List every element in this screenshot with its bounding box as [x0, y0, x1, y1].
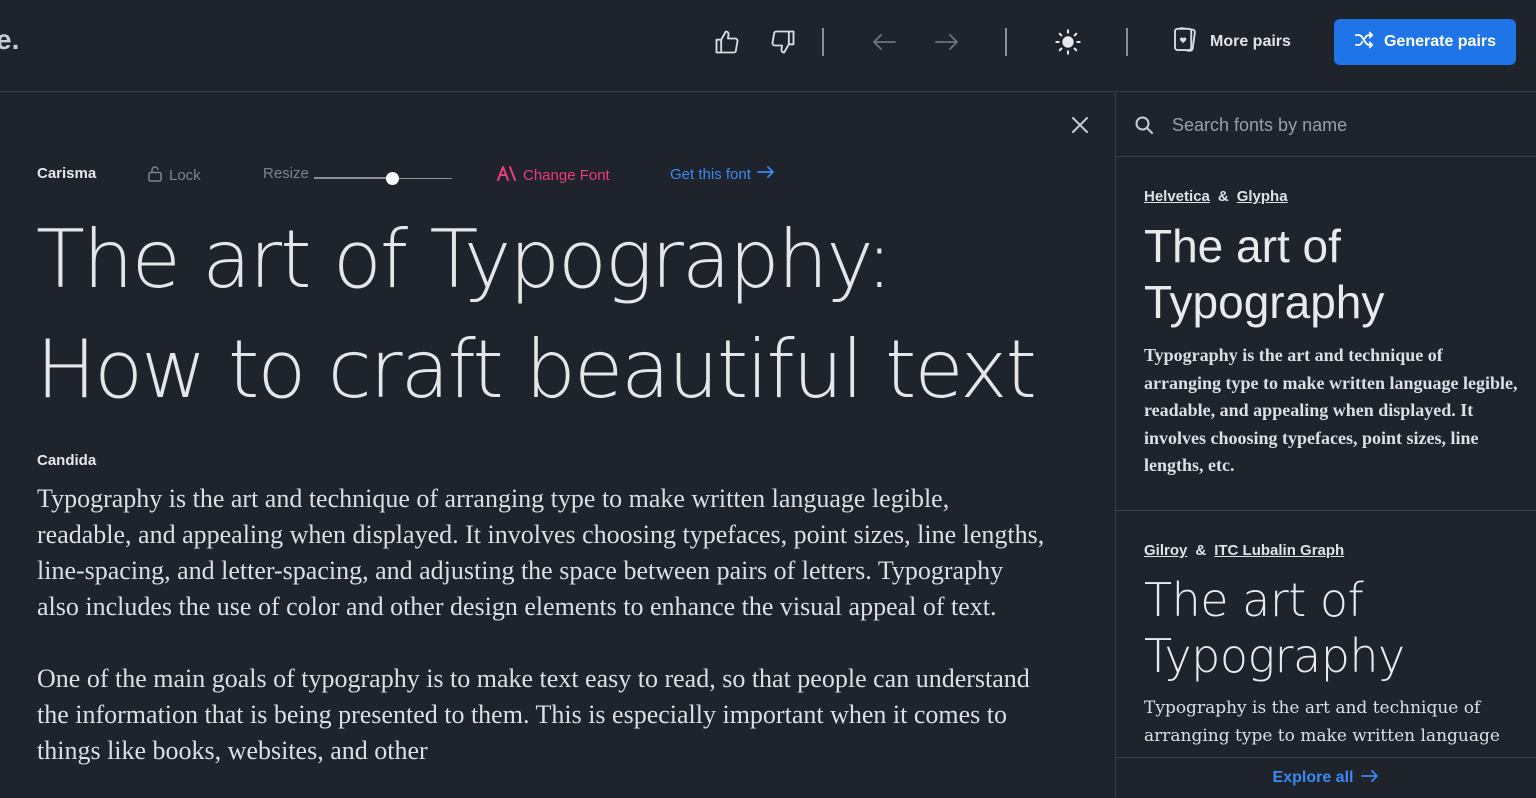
pair-body: Typography is the art and technique of a…: [1144, 698, 1500, 746]
get-this-font-link[interactable]: Get this font: [670, 165, 775, 183]
lock-label: Lock: [169, 167, 201, 184]
resize-slider[interactable]: [314, 172, 452, 186]
lock-button[interactable]: Lock: [147, 165, 201, 186]
change-font-label: Change Font: [523, 166, 610, 184]
arrow-right-icon: [756, 165, 775, 183]
font-pair-card[interactable]: Helvetica & Glypha The art of Typography T…: [1116, 158, 1536, 511]
pair-body-font-link[interactable]: ITC Lubalin Graph: [1214, 542, 1344, 559]
pair-separator: &: [1217, 188, 1229, 205]
body-text[interactable]: Typography is the art and technique of a…: [37, 481, 1047, 798]
logo[interactable]: e.: [0, 24, 19, 56]
explore-all-label: Explore all: [1272, 769, 1354, 786]
generate-pairs-label: Generate pairs: [1383, 33, 1497, 50]
pair-separator: &: [1195, 542, 1207, 559]
search-icon: [1134, 115, 1154, 140]
shuffle-icon: [1354, 31, 1374, 54]
pair-body: Typography is the art and technique of a…: [1144, 345, 1518, 475]
sun-icon[interactable]: [1052, 26, 1084, 58]
pair-names: Helvetica & Glypha: [1144, 188, 1288, 205]
change-font-button[interactable]: Change Font: [497, 165, 610, 185]
toolbar-divider: [1126, 28, 1128, 56]
generate-pairs-button[interactable]: Generate pairs: [1334, 19, 1516, 65]
search-bar: [1116, 93, 1536, 157]
search-input[interactable]: [1172, 107, 1512, 143]
resize-label: Resize: [263, 165, 309, 182]
pair-heading-font-link[interactable]: Gilroy: [1144, 542, 1187, 559]
arrow-right-icon[interactable]: [931, 26, 963, 58]
close-icon[interactable]: [1066, 111, 1094, 139]
heading-font-name: Carisma: [37, 165, 97, 182]
unlock-icon: [147, 165, 163, 186]
pair-body-font-link[interactable]: Glypha: [1237, 188, 1288, 205]
pair-names: Gilroy & ITC Lubalin Graph: [1144, 542, 1344, 559]
font-icon: [497, 165, 517, 185]
headline[interactable]: The art of Typography: How to craft beau…: [36, 205, 1096, 425]
thumbs-up-icon[interactable]: [711, 26, 743, 58]
more-pairs-button[interactable]: More pairs: [1170, 24, 1291, 60]
toolbar-divider: [1005, 28, 1007, 56]
font-pair-card[interactable]: Gilroy & ITC Lubalin Graph The art of Typo…: [1116, 512, 1536, 798]
resize-slider-thumb[interactable]: [386, 172, 399, 185]
body-font-name: Candida: [37, 452, 97, 469]
more-pairs-label: More pairs: [1210, 33, 1291, 50]
pair-title: The art of Typography: [1144, 220, 1385, 328]
headline-line-2: How to craft beautiful text: [36, 323, 1037, 416]
arrow-left-icon[interactable]: [868, 26, 900, 58]
arrow-right-icon: [1361, 769, 1379, 788]
get-font-label: Get this font: [670, 165, 751, 183]
body-paragraph: One of the main goals of typography is t…: [37, 664, 1030, 765]
font-pairs-sidebar: Helvetica&Glypha The art of Typography T…: [1115, 93, 1536, 798]
body-paragraph: Typography is the art and technique of a…: [37, 484, 1045, 621]
toolbar-divider: [822, 28, 824, 56]
preview-area: Carisma Lock Resize Change Font Get this…: [0, 93, 1115, 798]
explore-all-button[interactable]: Explore all: [1115, 757, 1536, 798]
cards-icon: [1170, 25, 1200, 60]
pair-title: The art of Typography: [1144, 573, 1405, 683]
heading-font-controls: Carisma Lock Resize Change Font Get this…: [37, 163, 1037, 187]
top-bar: e. More pairs Generate pairs: [0, 0, 1536, 92]
headline-line-1: The art of Typography:: [36, 213, 893, 306]
thumbs-down-icon[interactable]: [767, 26, 799, 58]
pair-heading-font-link[interactable]: Helvetica: [1144, 188, 1210, 205]
